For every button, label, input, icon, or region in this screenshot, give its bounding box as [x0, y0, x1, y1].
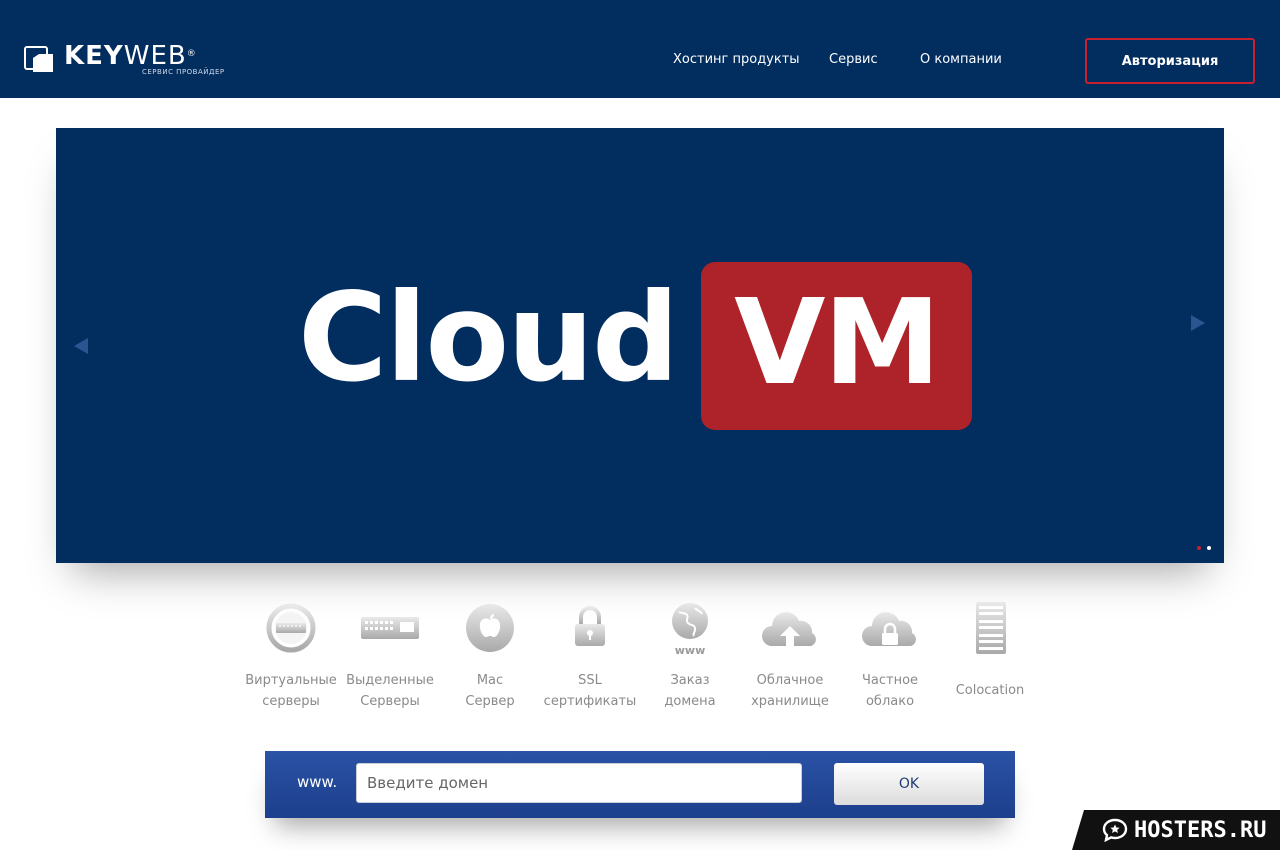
slider-dot-active[interactable] [1197, 546, 1201, 550]
domain-search-bar: www. OK [265, 751, 1015, 818]
virtual-server-icon [266, 603, 316, 653]
www-prefix: www. [297, 773, 338, 791]
dedicated-server-icon [361, 617, 419, 639]
slide-headline: Cloud [298, 267, 679, 409]
domain-submit-button[interactable]: OK [834, 763, 984, 805]
site-header: KEYWEB® СЕРВИС ПРОВАЙДЕР Хостинг продукт… [0, 0, 1280, 98]
product-label: Частное облако [861, 673, 919, 709]
hosters-watermark: HOSTERS.RU [1072, 810, 1280, 850]
login-button[interactable]: Авторизация [1085, 38, 1255, 84]
cloud-lock-icon [862, 612, 916, 646]
chat-star-icon [1102, 818, 1128, 842]
product-dedicated-servers[interactable]: Выделенные Серверы [340, 600, 440, 720]
apple-icon [466, 604, 514, 652]
globe-www-icon: www [672, 603, 708, 656]
cloud-upload-icon [762, 612, 816, 646]
watermark-text: HOSTERS.RU [1134, 818, 1267, 843]
nav-service[interactable]: Сервис [829, 52, 878, 67]
svg-text:www: www [675, 644, 706, 656]
slide-badge: VM [701, 262, 972, 430]
product-label: Облачное хранилище [751, 673, 829, 709]
product-label: SSL сертификаты [543, 673, 637, 709]
slider-prev-icon[interactable] [74, 338, 88, 354]
product-virtual-servers[interactable]: Виртуальные серверы [241, 600, 341, 720]
server-rack-icon [976, 602, 1006, 654]
nav-about[interactable]: О компании [920, 52, 1002, 67]
product-colocation[interactable]: Colocation [940, 600, 1040, 720]
logo-mark-icon [24, 46, 53, 72]
keyweb-logo[interactable]: KEYWEB® СЕРВИС ПРОВАЙДЕР [24, 42, 224, 78]
slider-dot[interactable] [1207, 546, 1211, 550]
product-domain[interactable]: www Заказ домена [640, 600, 740, 720]
product-label: Заказ домена [664, 673, 716, 709]
promo-slider: Cloud VM [56, 128, 1224, 563]
product-label: Выделенные Серверы [346, 673, 434, 709]
logo-wordmark: KEYWEB® [64, 41, 197, 71]
product-label: Mac Сервер [465, 673, 515, 709]
product-private-cloud[interactable]: Частное облако [840, 600, 940, 720]
product-label: Виртуальные серверы [245, 673, 337, 709]
domain-input[interactable] [356, 763, 802, 803]
logo-subtitle: СЕРВИС ПРОВАЙДЕР [142, 68, 225, 76]
nav-hosting-products[interactable]: Хостинг продукты [673, 52, 800, 67]
product-label: Colocation [955, 683, 1025, 698]
product-ssl[interactable]: SSL сертификаты [540, 600, 640, 720]
product-mac-server[interactable]: Mac Сервер [440, 600, 540, 720]
slide-badge-text: VM [734, 273, 941, 411]
product-cloud-storage[interactable]: Облачное хранилище [740, 600, 840, 720]
slider-next-icon[interactable] [1191, 315, 1205, 331]
lock-icon [575, 606, 605, 646]
